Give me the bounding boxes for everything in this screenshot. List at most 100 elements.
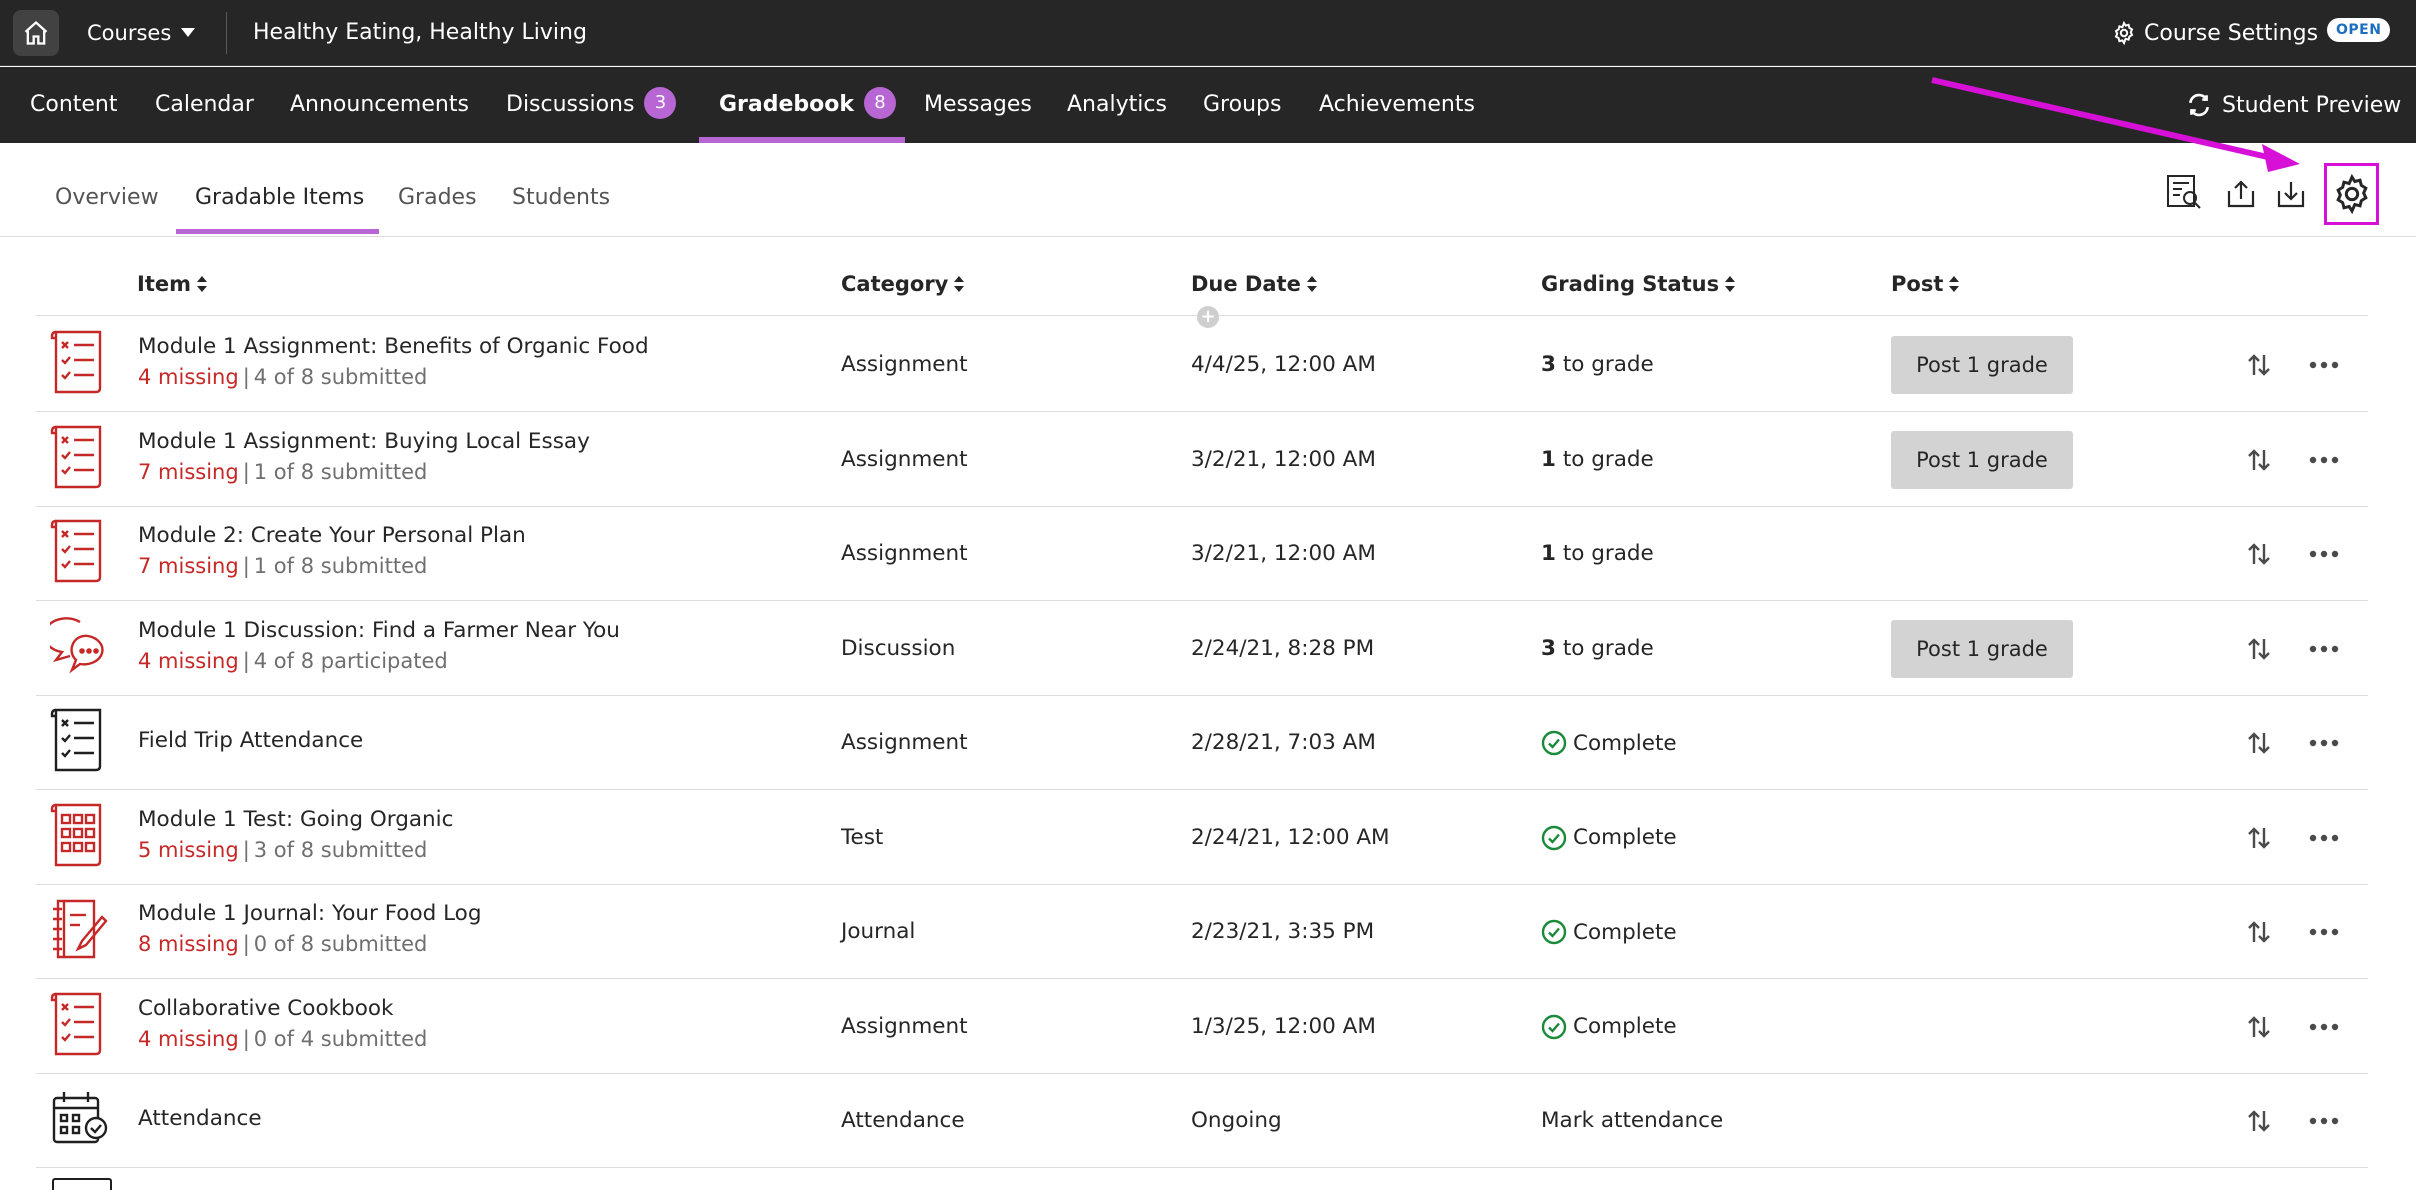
table-row[interactable]: Attendance Attendance Ongoing Mark attendan… (36, 1074, 2368, 1168)
more-options-icon[interactable] (2309, 729, 2339, 757)
more-options-icon[interactable] (2309, 540, 2339, 568)
missing-count[interactable]: 4 missing (138, 649, 239, 673)
grading-review-button[interactable] (2164, 172, 2204, 212)
table-row[interactable]: Module 2: Create Your Personal Plan 7 mis… (36, 507, 2368, 601)
item-title-link[interactable]: Module 1 Journal: Your Food Log (138, 901, 482, 926)
tab-gradable-items[interactable]: Gradable Items (195, 143, 364, 237)
missing-count[interactable]: 7 missing (138, 554, 239, 578)
divider (226, 12, 227, 54)
gradebook-settings-button[interactable] (2324, 163, 2379, 225)
grading-status[interactable]: 3 to grade (1541, 318, 1654, 412)
item-due-date: 2/23/21, 3:35 PM (1191, 919, 1375, 944)
item-due-date: 3/2/21, 12:00 AM (1191, 446, 1376, 472)
nav-groups[interactable]: Groups (1203, 67, 1281, 143)
more-options-icon[interactable] (2309, 351, 2339, 379)
check-circle-icon (1541, 919, 1567, 945)
course-settings-link[interactable]: Course Settings (2112, 15, 2318, 51)
course-status-badge: OPEN (2327, 18, 2391, 42)
reorder-icon[interactable] (2245, 1107, 2273, 1135)
more-options-icon[interactable] (2309, 918, 2339, 946)
more-options-icon[interactable] (2309, 824, 2339, 852)
nav-content[interactable]: Content (30, 67, 118, 143)
column-header-due-date[interactable]: Due Date (1191, 272, 1317, 296)
assignment-icon (50, 706, 110, 774)
missing-count[interactable]: 4 missing (138, 365, 239, 389)
table-row[interactable]: Module 1 Assignment: Buying Local Essay 7… (36, 413, 2368, 507)
item-title-link[interactable]: Module 2: Create Your Personal Plan (138, 523, 526, 548)
item-due-date: 1/3/25, 12:00 AM (1191, 1013, 1376, 1039)
table-row[interactable]: Module 1 Discussion: Find a Farmer Near … (36, 602, 2368, 696)
item-title-link[interactable]: Collaborative Cookbook (138, 996, 393, 1021)
course-nav: Content Calendar Announcements Discussio… (0, 67, 2416, 143)
table-row[interactable]: Module 1 Test: Going Organic 5 missing | 3 … (36, 791, 2368, 885)
nav-announcements[interactable]: Announcements (290, 67, 469, 143)
submitted-count: 0 of 4 submitted (253, 1026, 428, 1051)
tab-students[interactable]: Students (512, 143, 610, 237)
more-options-icon[interactable] (2309, 1107, 2339, 1135)
reorder-icon[interactable] (2245, 635, 2273, 663)
reorder-icon[interactable] (2245, 918, 2273, 946)
column-header-item[interactable]: Item (137, 272, 207, 296)
table-row[interactable]: Field Trip Attendance Assignment 2/28/21, … (36, 696, 2368, 790)
courses-menu[interactable]: Courses (87, 15, 196, 51)
column-header-category[interactable]: Category (841, 272, 965, 296)
attendance-icon (50, 1084, 110, 1152)
item-title-link[interactable]: Module 1 Discussion: Find a Farmer Near … (138, 618, 620, 643)
to-grade-count: 3 (1541, 352, 1556, 377)
reorder-icon[interactable] (2245, 824, 2273, 852)
upload-grades-button[interactable] (2225, 178, 2257, 210)
sort-icon (1306, 276, 1317, 292)
item-title-link[interactable]: Attendance (138, 1106, 262, 1131)
post-grades-button[interactable]: Post 1 grade (1891, 430, 2073, 489)
separator: | (242, 1026, 250, 1051)
home-button[interactable] (13, 10, 59, 56)
nav-messages[interactable]: Messages (924, 67, 1032, 143)
student-preview-button[interactable]: Student Preview (2186, 67, 2401, 143)
gradebook-subtabs: Overview Gradable Items Grades Students (0, 143, 2416, 237)
post-grades-button[interactable]: Post 1 grade (1891, 619, 2073, 678)
to-grade-count: 1 (1541, 446, 1556, 472)
item-title-link[interactable]: Module 1 Assignment: Benefits of Organic… (138, 334, 649, 359)
nav-label: Groups (1203, 92, 1282, 117)
tab-grades[interactable]: Grades (398, 143, 477, 237)
mark-attendance-link[interactable]: Mark attendance (1541, 1074, 1723, 1168)
nav-analytics[interactable]: Analytics (1067, 67, 1167, 143)
nav-gradebook[interactable]: Gradebook 8 (719, 67, 897, 143)
more-options-icon[interactable] (2309, 446, 2339, 474)
more-options-icon[interactable] (2309, 635, 2339, 663)
download-grades-button[interactable] (2275, 178, 2307, 210)
tab-overview[interactable]: Overview (55, 143, 159, 237)
nav-calendar[interactable]: Calendar (155, 67, 254, 143)
column-header-post[interactable]: Post (1891, 272, 1960, 296)
reorder-icon[interactable] (2245, 729, 2273, 757)
gear-icon (2114, 21, 2134, 45)
reorder-icon[interactable] (2245, 446, 2273, 474)
assignment-icon (50, 990, 110, 1058)
item-category: Assignment (841, 1013, 968, 1039)
grading-status[interactable]: 3 to grade (1541, 602, 1654, 696)
reorder-icon[interactable] (2245, 351, 2273, 379)
nav-label: Gradebook (719, 92, 855, 117)
table-row[interactable]: Module 1 Journal: Your Food Log 8 missing… (36, 885, 2368, 979)
item-title-link[interactable]: Module 1 Test: Going Organic (138, 807, 453, 832)
table-row[interactable]: Collaborative Cookbook 4 missing | 0 of 4 s… (36, 980, 2368, 1074)
discussion-icon (43, 612, 110, 680)
column-header-grading-status[interactable]: Grading Status (1541, 272, 1736, 296)
post-grades-button[interactable]: Post 1 grade (1891, 336, 2073, 394)
missing-count[interactable]: 8 missing (138, 932, 239, 956)
nav-achievements[interactable]: Achievements (1319, 67, 1475, 143)
missing-count[interactable]: 4 missing (138, 1027, 239, 1051)
missing-count[interactable]: 7 missing (138, 460, 239, 484)
reorder-icon[interactable] (2245, 540, 2273, 568)
item-title-link[interactable]: Module 1 Assignment: Buying Local Essay (138, 429, 590, 454)
reorder-icon[interactable] (2245, 1013, 2273, 1041)
grading-status[interactable]: 1 to grade (1541, 507, 1654, 601)
item-title-link[interactable]: Field Trip Attendance (138, 728, 363, 753)
nav-discussions[interactable]: Discussions 3 (506, 67, 677, 143)
grading-status[interactable]: 1 to grade (1541, 413, 1654, 507)
more-options-icon[interactable] (2309, 1013, 2339, 1041)
submitted-count: 1 of 8 submitted (253, 554, 428, 578)
table-row[interactable]: Module 1 Assignment: Benefits of Organic… (36, 318, 2368, 412)
missing-count[interactable]: 5 missing (138, 838, 239, 862)
top-bar: Courses Healthy Eating, Healthy Living C… (0, 0, 2416, 66)
